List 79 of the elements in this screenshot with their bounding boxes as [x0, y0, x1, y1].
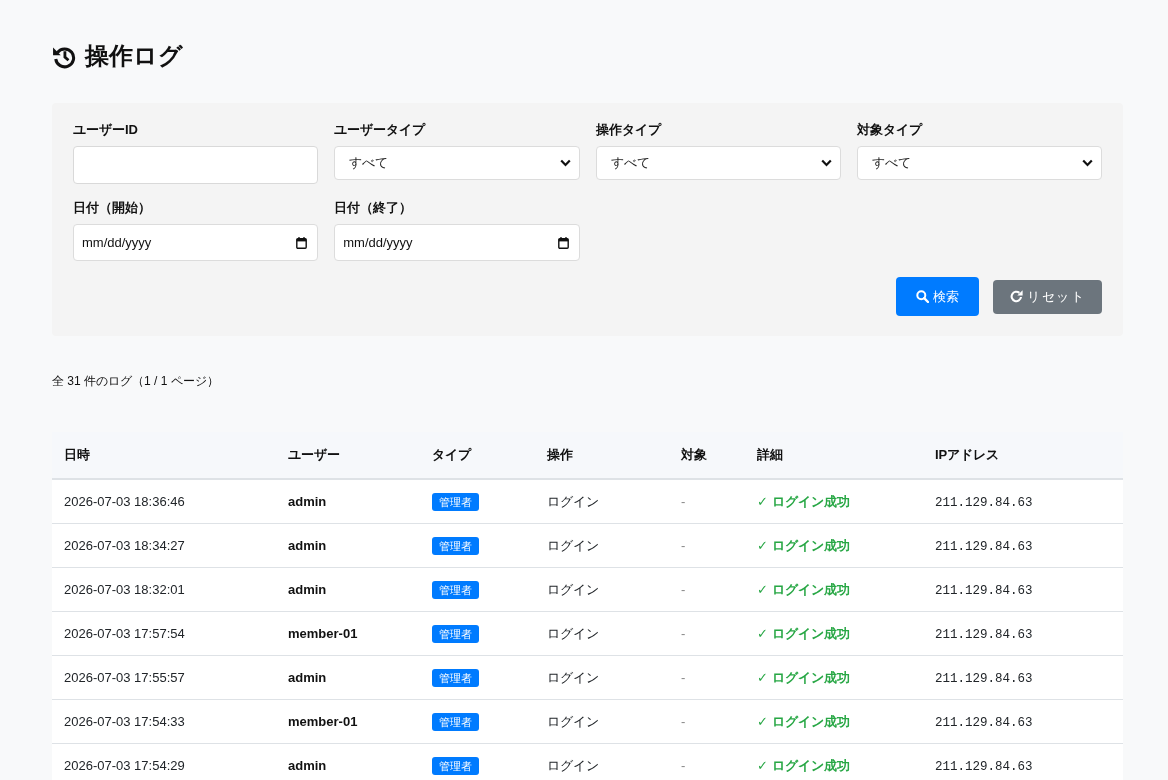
user-cell: member-01 [288, 626, 358, 641]
column-header: 対象 [681, 446, 707, 464]
chevron-down-icon [1082, 159, 1093, 167]
detail-cell: ✓ ログイン成功 [757, 492, 850, 511]
datetime-cell: 2026-07-03 17:54:33 [64, 714, 185, 729]
select-field[interactable]: すべて [595, 146, 841, 180]
user-cell: admin [288, 538, 327, 553]
action-cell: ログイン [547, 536, 599, 555]
ip-cell: 211.129.84.63 [935, 539, 1033, 554]
chevron-down-icon [559, 159, 571, 167]
target-cell: - [681, 582, 686, 597]
type-badge: 管理者 [432, 536, 479, 555]
field-label: 対象タイプ [856, 122, 922, 138]
datetime-cell: 2026-07-03 18:36:46 [64, 494, 185, 509]
target-cell: - [681, 494, 686, 509]
column-header: 操作 [547, 446, 573, 464]
field-label: ユーザータイプ [334, 122, 426, 138]
type-badge: 管理者 [432, 492, 479, 511]
type-badge: 管理者 [432, 580, 479, 599]
column-header: 日時 [64, 446, 90, 464]
user-cell: admin [288, 494, 327, 509]
ip-cell: 211.129.84.63 [935, 715, 1033, 730]
type-badge: 管理者 [432, 756, 479, 775]
chevron-down-icon [820, 159, 832, 167]
ip-cell: 211.129.84.63 [935, 583, 1033, 598]
detail-cell: ✓ ログイン成功 [757, 536, 850, 555]
target-cell: - [681, 538, 686, 553]
detail-cell: ✓ ログイン成功 [757, 756, 850, 775]
column-header: IPアドレス [935, 446, 1000, 464]
column-header: タイプ [432, 446, 471, 464]
detail-cell: ✓ ログイン成功 [757, 580, 850, 599]
page-title: 操作ログ [85, 41, 183, 71]
date-field[interactable]: mm/dd/yyyy [334, 224, 580, 261]
select-field[interactable]: すべて [856, 146, 1102, 180]
log-count-text: 全 31 件のログ（1 / 1 ページ） [52, 374, 219, 388]
ip-cell: 211.129.84.63 [935, 627, 1033, 642]
detail-cell: ✓ ログイン成功 [757, 624, 850, 643]
action-cell: ログイン [547, 756, 599, 775]
datetime-cell: 2026-07-03 17:55:57 [64, 670, 185, 685]
calendar-icon [557, 236, 569, 249]
datetime-cell: 2026-07-03 18:34:27 [64, 538, 185, 553]
type-badge: 管理者 [432, 624, 479, 643]
datetime-cell: 2026-07-03 17:57:54 [64, 626, 185, 641]
reset-button[interactable]: リセット [993, 279, 1102, 314]
ip-cell: 211.129.84.63 [935, 495, 1033, 510]
user-id-field[interactable] [73, 146, 319, 184]
detail-cell: ✓ ログイン成功 [757, 668, 850, 687]
field-label: 操作タイプ [595, 122, 661, 138]
ip-cell: 211.129.84.63 [935, 671, 1033, 686]
type-badge: 管理者 [432, 668, 479, 687]
field-label: 日付（終了） [334, 200, 413, 216]
redo-icon [1010, 290, 1023, 303]
date-field[interactable]: mm/dd/yyyy [73, 224, 319, 261]
user-cell: admin [288, 670, 327, 685]
column-header: ユーザー [288, 446, 340, 464]
target-cell: - [681, 758, 686, 773]
field-label: 日付（開始） [73, 200, 151, 216]
datetime-cell: 2026-07-03 17:54:29 [64, 758, 185, 773]
field-label: ユーザーID [73, 122, 138, 138]
ip-cell: 211.129.84.63 [935, 759, 1033, 774]
column-header: 詳細 [757, 446, 783, 464]
search-button[interactable]: 検索 [896, 277, 979, 316]
user-cell: admin [288, 582, 327, 597]
type-badge: 管理者 [432, 712, 479, 731]
action-cell: ログイン [547, 668, 599, 687]
action-cell: ログイン [547, 624, 599, 643]
search-icon [916, 290, 929, 303]
target-cell: - [681, 714, 686, 729]
user-cell: admin [288, 758, 327, 773]
select-field[interactable]: すべて [334, 146, 580, 180]
calendar-icon [296, 236, 308, 249]
datetime-cell: 2026-07-03 18:32:01 [64, 582, 185, 597]
target-cell: - [681, 670, 686, 685]
action-cell: ログイン [547, 580, 599, 599]
detail-cell: ✓ ログイン成功 [757, 712, 850, 731]
user-cell: member-01 [288, 714, 358, 729]
target-cell: - [681, 626, 686, 641]
action-cell: ログイン [547, 712, 599, 731]
action-cell: ログイン [547, 492, 599, 511]
